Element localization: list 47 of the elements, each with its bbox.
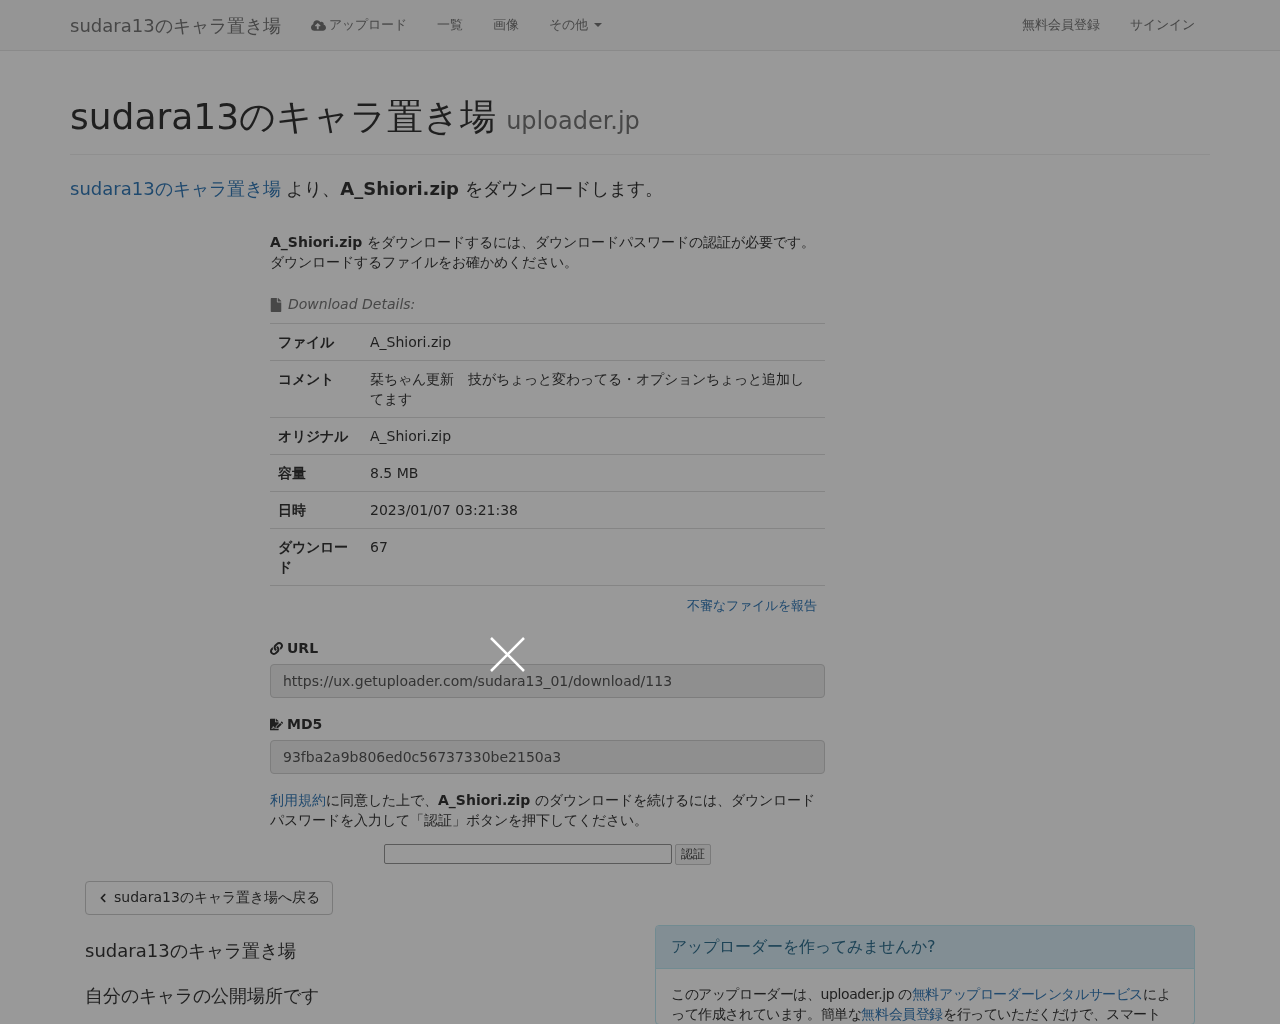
url-field[interactable]: https://ux.getuploader.com/sudara13_01/download/113: [270, 663, 825, 698]
nav-link[interactable]: その他: [533, 15, 617, 35]
report-link[interactable]: 不審なファイルを報告: [687, 596, 817, 616]
link-icon: [270, 641, 283, 655]
password-field[interactable]: [384, 844, 672, 864]
page-title: sudara13のキャラ置き場: [70, 95, 497, 139]
row-value: A_Shiori.zip: [370, 334, 451, 350]
nav-link[interactable]: 無料会員登録: [1007, 15, 1115, 35]
text-link[interactable]: 無料アップローダーレンタルサービス: [911, 985, 1143, 1002]
row-label: オリジナル: [278, 428, 348, 444]
file-icon: [270, 297, 282, 312]
md5-field[interactable]: 93fba2a9b806ed0c56737330be2150a3: [270, 739, 825, 774]
page-subtitle: uploader.jp: [506, 106, 640, 137]
row-label: ファイル: [278, 334, 334, 350]
row-value: 栞ちゃん更新 技がちょっと変わってる・オプションちょっと追加してます: [370, 371, 804, 407]
row-label: 日時: [278, 502, 306, 518]
site-name: sudara13のキャラ置き場: [85, 938, 297, 963]
table-caption: Download Details:: [288, 295, 416, 314]
chevron-left-icon: [98, 892, 108, 903]
close-icon[interactable]: [490, 637, 525, 672]
row-label: コメント: [278, 371, 334, 387]
row-value: A_Shiori.zip: [370, 428, 451, 444]
nav-link[interactable]: 画像: [477, 15, 534, 35]
row-label: ダウンロード: [278, 539, 348, 575]
nav-link[interactable]: アップロード: [295, 15, 422, 35]
file-icon: [270, 717, 283, 731]
text-link[interactable]: sudara13のキャラ置き場: [70, 178, 281, 199]
panel-heading: アップローダーを作ってみませんか?: [670, 936, 936, 956]
row-label: 容量: [278, 465, 306, 481]
row-value: 67: [370, 539, 388, 555]
text-link[interactable]: 無料会員登録: [861, 1005, 943, 1022]
terms-text: 利用規約に同意した上で、A_Shiori.zip のダウンロードを続けるには、ダウンロードパスワードを入力して「認証」ボタンを押下してください。: [270, 790, 816, 830]
verify-button[interactable]: 認証: [675, 843, 711, 865]
promo-text: このアップローダーは、uploader.jp の無料アップローダーレンタルサービス によって作成されています。簡単な無料会員登録を行っていただくだけで、スマート: [669, 984, 1172, 1024]
field-label: MD5: [287, 714, 323, 734]
brand-link[interactable]: sudara13のキャラ置き場: [70, 11, 281, 39]
cloud-upload-icon: [310, 17, 326, 33]
intro-text: A_Shiori.zip をダウンロードするには、ダウンロードパスワードの認証が必要です。ダウンロードするファイルをお確かめください。: [270, 233, 816, 272]
field-label: URL: [287, 638, 319, 658]
lead-text: sudara13のキャラ置き場 より、A_Shiori.zip をダウンロードします。: [70, 177, 664, 201]
nav-link[interactable]: サインイン: [1115, 15, 1210, 35]
site-description: 自分のキャラの公開場所です: [85, 983, 320, 1008]
row-value: 2023/01/07 03:21:38: [370, 502, 519, 518]
caret-icon: [593, 23, 602, 27]
row-value: 8.5 MB: [370, 465, 419, 481]
text-link[interactable]: 利用規約: [270, 791, 326, 808]
back-button[interactable]: sudara13のキャラ置き場へ戻る: [85, 880, 333, 915]
